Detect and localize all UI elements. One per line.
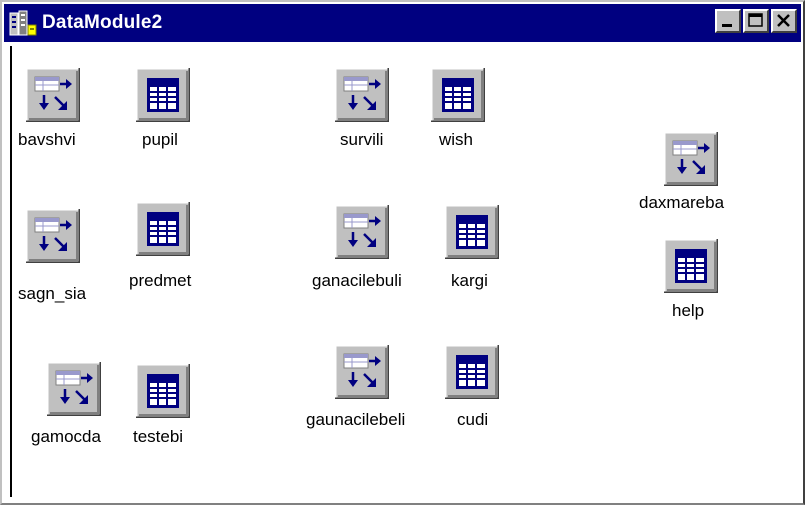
table-icon[interactable] — [136, 364, 190, 418]
query-icon[interactable] — [335, 205, 389, 259]
table-icon[interactable] — [664, 239, 718, 293]
close-icon — [777, 14, 790, 27]
query-icon[interactable] — [47, 362, 101, 416]
component-label: sagn_sia — [18, 284, 87, 303]
component-label: pupil — [142, 130, 178, 149]
query-icon[interactable] — [335, 68, 389, 122]
query-icon[interactable] — [335, 345, 389, 399]
component-label: testebi — [133, 427, 184, 446]
component-label: daxmareba — [639, 193, 725, 212]
query-icon[interactable] — [664, 132, 718, 186]
table-icon[interactable] — [445, 205, 499, 259]
maximize-button[interactable] — [743, 9, 769, 33]
component-label: gamocda — [31, 427, 101, 446]
component-label: survili — [340, 130, 384, 149]
title-bar[interactable]: DataModule2 — [4, 4, 801, 42]
component-label: wish — [439, 130, 474, 149]
query-icon[interactable] — [26, 68, 80, 122]
datamodule-icon — [9, 10, 37, 36]
component-label: gaunacilebeli — [306, 410, 406, 429]
component-label: predmet — [129, 271, 192, 290]
component-label: ganacilebuli — [312, 271, 402, 290]
minimize-icon — [722, 24, 732, 27]
minimize-button[interactable] — [715, 9, 741, 33]
component-label: kargi — [451, 271, 488, 290]
component-label: bavshvi — [18, 130, 76, 149]
table-icon[interactable] — [445, 345, 499, 399]
datamodule-window: DataModule2 bavshvi pupil survili wish d… — [0, 0, 805, 505]
maximize-icon — [748, 13, 763, 27]
query-icon[interactable] — [26, 209, 80, 263]
close-button[interactable] — [771, 9, 797, 33]
component-label: help — [672, 301, 705, 320]
window-title: DataModule2 — [42, 12, 163, 33]
table-icon[interactable] — [136, 68, 190, 122]
table-icon[interactable] — [136, 202, 190, 256]
table-icon[interactable] — [431, 68, 485, 122]
component-label: cudi — [457, 410, 489, 429]
